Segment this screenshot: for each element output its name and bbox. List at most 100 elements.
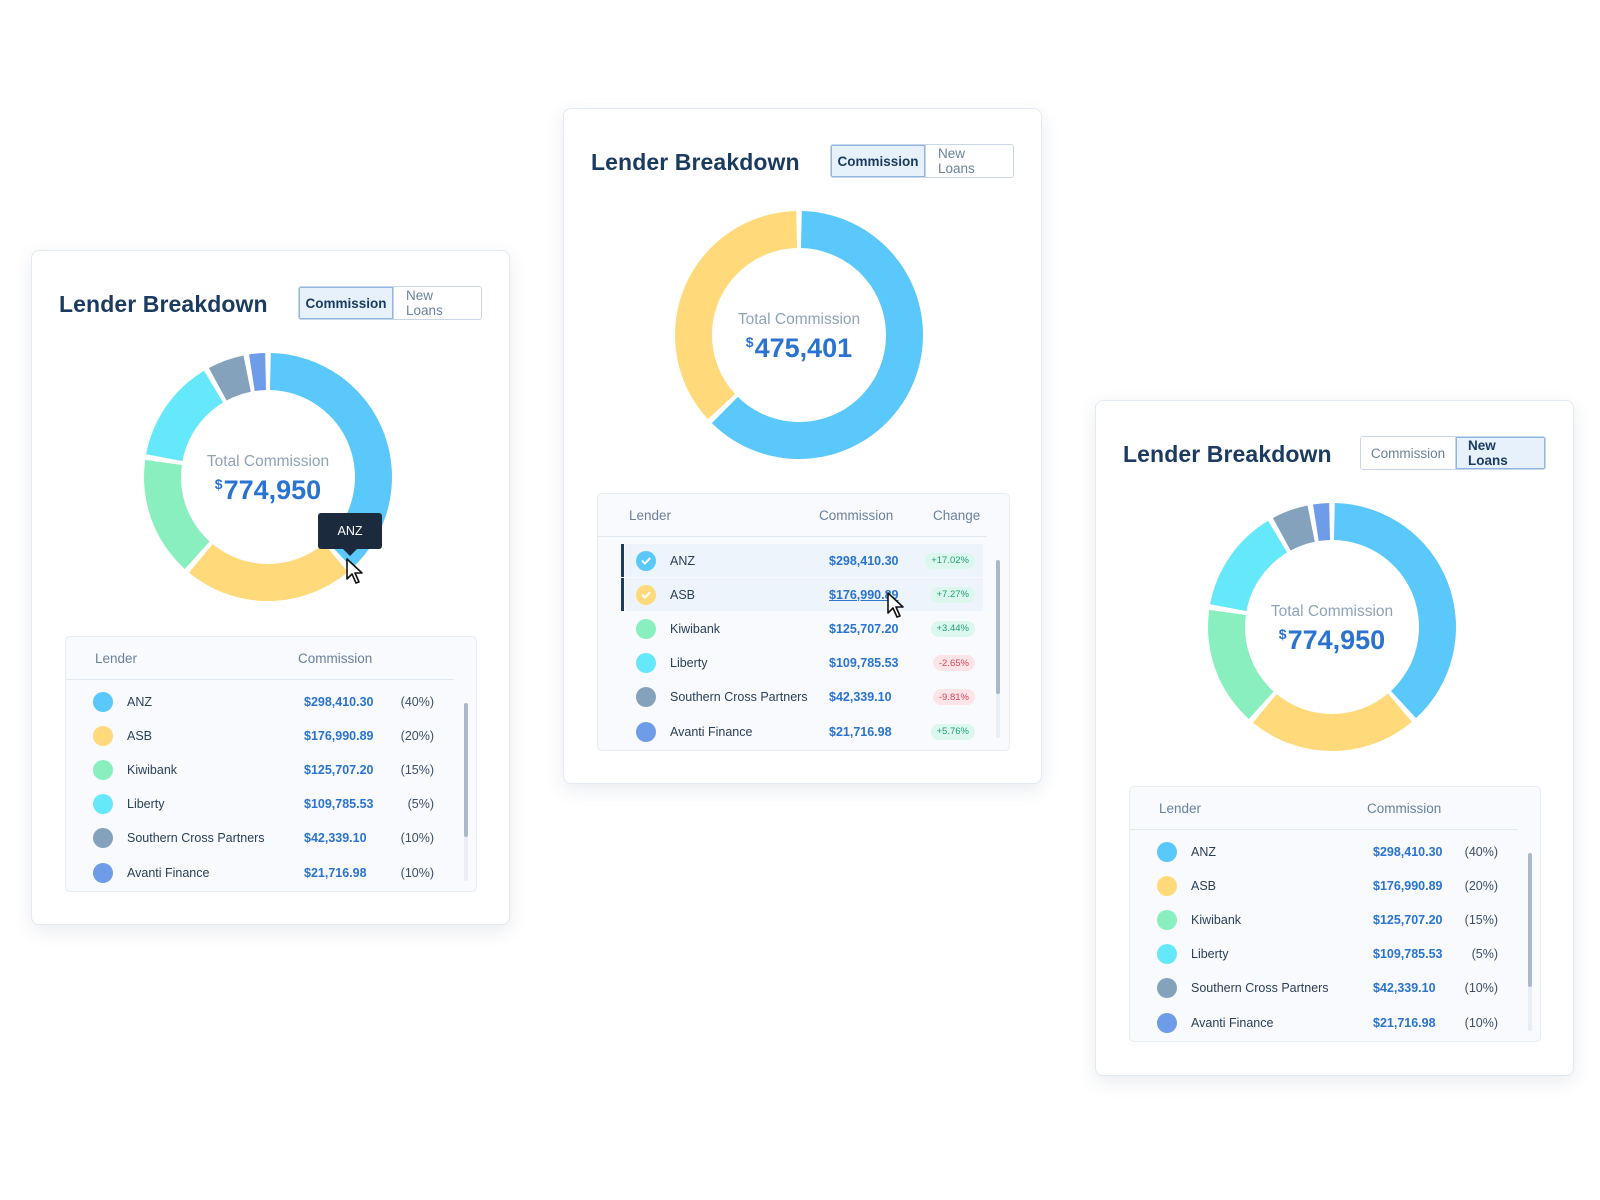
lender-color-dot — [93, 828, 113, 849]
lender-commission: $298,410.30 — [829, 553, 899, 568]
table-row[interactable]: Liberty $109,785.53 (5%) — [1130, 938, 1520, 971]
view-toggle: Commission New Loans — [1360, 436, 1546, 470]
chart-tooltip: ANZ — [318, 513, 382, 556]
lender-name: ANZ — [127, 694, 152, 709]
table-row[interactable]: ASB $176,990.89 (20%) — [66, 719, 456, 752]
table-row[interactable]: Southern Cross Partners $42,339.10 (10%) — [1130, 972, 1520, 1005]
table-row[interactable]: Kiwibank $125,707.20 (15%) — [1130, 903, 1520, 936]
lender-color-dot — [93, 862, 113, 883]
view-toggle: Commission New Loans — [830, 144, 1014, 178]
donut-slice-avanti-finance[interactable] — [249, 353, 267, 392]
lender-color-dot[interactable] — [636, 653, 656, 674]
lender-color-dot[interactable] — [636, 618, 656, 639]
scrollbar-thumb[interactable] — [464, 703, 468, 837]
lender-color-dot — [93, 691, 113, 712]
donut-slice-avanti-finance[interactable] — [1313, 503, 1331, 542]
lender-color-dot — [1157, 978, 1177, 999]
donut-slice-liberty[interactable] — [1210, 520, 1288, 612]
donut-slice-liberty[interactable] — [146, 370, 224, 462]
table-row[interactable]: Southern Cross Partners $42,339.10 (10%) — [66, 822, 456, 855]
table-row[interactable]: Avanti Finance $21,716.98 (10%) — [66, 856, 456, 889]
lender-commission: $42,339.10 — [829, 690, 892, 705]
lender-name: Southern Cross Partners — [670, 690, 808, 705]
lender-breakdown-card-right: Lender Breakdown Commission New Loans To… — [1095, 400, 1574, 1076]
lender-commission: $298,410.30 — [304, 694, 374, 709]
lender-color-dot — [93, 725, 113, 746]
header-commission: Commission — [819, 507, 894, 523]
lender-color-dot — [93, 794, 113, 815]
lender-name: ANZ — [1191, 844, 1216, 859]
header-lender: Lender — [1159, 800, 1202, 816]
lender-breakdown-card-middle: Lender Breakdown Commission New Loans To… — [563, 108, 1042, 784]
lender-percent: (20%) — [1464, 878, 1498, 893]
toggle-new-loans[interactable]: New Loans — [1456, 437, 1545, 469]
donut-total-value: $475,401 — [745, 333, 853, 363]
lender-percent: (15%) — [400, 762, 434, 777]
lender-color-dot — [1157, 841, 1177, 862]
lender-color-dot — [1157, 944, 1177, 965]
table-row[interactable]: ASB $176,990.89 +7.27% — [621, 578, 983, 612]
change-badge: +17.02% — [925, 552, 975, 569]
table-header: Lender Commission — [1130, 787, 1518, 830]
lender-table: Lender Commission Change ANZ $298,410.30 +… — [597, 493, 1010, 751]
lender-color-dot[interactable] — [636, 687, 656, 708]
lender-table: Lender Commission ANZ $298,410.30 (40%) ASB… — [65, 636, 477, 892]
toggle-commission[interactable]: Commission — [299, 287, 394, 319]
table-row[interactable]: Kiwibank $125,707.20 +3.44% — [625, 612, 983, 645]
lender-name: Southern Cross Partners — [127, 831, 265, 846]
lender-percent: (40%) — [1464, 844, 1498, 859]
header-change: Change — [933, 507, 981, 523]
table-row[interactable]: ANZ $298,410.30 (40%) — [1130, 835, 1520, 868]
donut-slice-asb[interactable] — [189, 543, 348, 601]
lender-percent: (5%) — [1471, 947, 1498, 962]
table-row[interactable]: Liberty $109,785.53 -2.65% — [625, 647, 983, 680]
mouse-cursor-icon — [346, 558, 363, 584]
lender-name: Avanti Finance — [1191, 1015, 1274, 1030]
lender-commission: $21,716.98 — [304, 865, 367, 880]
toggle-new-loans[interactable]: New Loans — [394, 287, 481, 319]
scrollbar[interactable] — [1528, 853, 1532, 1031]
lender-name: Liberty — [1191, 947, 1229, 962]
scrollbar-thumb[interactable] — [996, 560, 1000, 694]
donut-slice-asb[interactable] — [1253, 693, 1412, 751]
scrollbar-thumb[interactable] — [1528, 853, 1532, 987]
change-badge: +7.27% — [930, 586, 975, 603]
card-title: Lender Breakdown — [1123, 441, 1332, 467]
lender-commission: $125,707.20 — [829, 621, 899, 636]
donut-center: Total Commission $774,950 — [1232, 603, 1432, 656]
scrollbar[interactable] — [996, 560, 1000, 738]
toggle-new-loans[interactable]: New Loans — [926, 145, 1013, 177]
table-row[interactable]: ANZ $298,410.30 +17.02% — [621, 544, 983, 577]
lender-color-dot — [1157, 875, 1177, 896]
card-title: Lender Breakdown — [591, 149, 800, 175]
checkmark-icon[interactable] — [636, 584, 656, 605]
table-row[interactable]: Avanti Finance $21,716.98 (10%) — [1130, 1006, 1520, 1039]
table-row[interactable]: Avanti Finance $21,716.98 +5.76% — [625, 715, 983, 748]
change-badge: -2.65% — [932, 655, 975, 672]
toggle-commission[interactable]: Commission — [1361, 437, 1456, 469]
checkmark-icon[interactable] — [636, 550, 656, 571]
lender-name: ASB — [1191, 878, 1217, 893]
scrollbar[interactable] — [464, 703, 468, 881]
lender-commission: $21,716.98 — [829, 724, 892, 739]
table-row[interactable]: Kiwibank $125,707.20 (15%) — [66, 753, 456, 786]
table-row[interactable]: ASB $176,990.89 (20%) — [1130, 869, 1520, 902]
lender-commission: $42,339.10 — [304, 831, 367, 846]
lender-name: Liberty — [127, 797, 165, 812]
lender-percent: (15%) — [1464, 912, 1498, 927]
lender-commission: $109,785.53 — [304, 797, 374, 812]
lender-name: Avanti Finance — [127, 865, 210, 880]
lender-name: Kiwibank — [1191, 912, 1242, 927]
table-row[interactable]: Liberty $109,785.53 (5%) — [66, 788, 456, 821]
donut-center: Total Commission $774,950 — [168, 453, 368, 506]
lender-percent: (10%) — [400, 865, 434, 880]
table-row[interactable]: Southern Cross Partners $42,339.10 -9.81% — [625, 681, 983, 714]
view-toggle: Commission New Loans — [298, 286, 482, 320]
table-header: Lender Commission Change — [598, 494, 987, 537]
donut-label: Total Commission — [206, 453, 330, 470]
lender-name: Liberty — [670, 656, 708, 671]
toggle-commission[interactable]: Commission — [831, 145, 926, 177]
table-row[interactable]: ANZ $298,410.30 (40%) — [66, 685, 456, 718]
lender-percent: (40%) — [400, 694, 434, 709]
lender-color-dot[interactable] — [636, 721, 656, 742]
